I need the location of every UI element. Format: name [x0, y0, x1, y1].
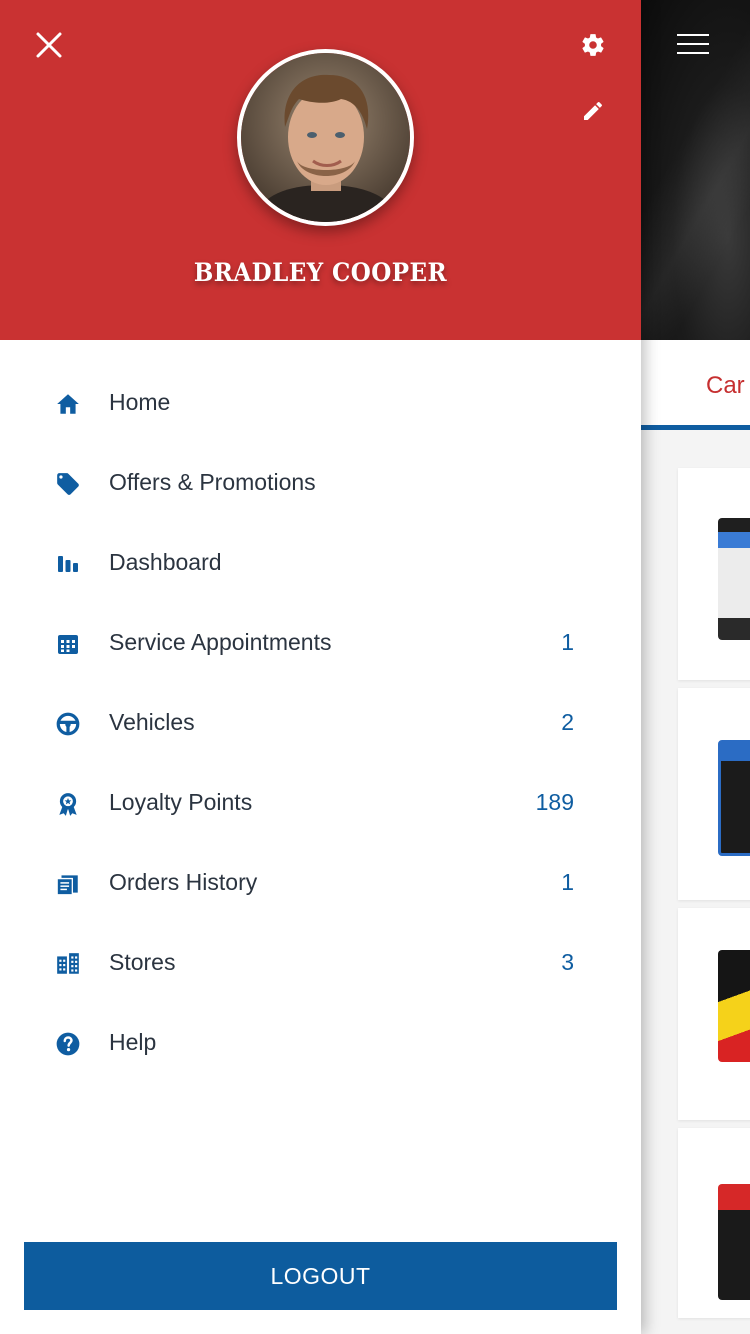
- menu-item-dashboard[interactable]: Dashboard: [0, 524, 641, 604]
- menu-item-count: 3: [561, 949, 574, 975]
- profile-header: BRADLEY COOPER: [0, 0, 641, 340]
- menu-item-orders-history[interactable]: Orders History 1: [0, 844, 641, 924]
- logout-button[interactable]: LOGOUT: [24, 1242, 617, 1310]
- pencil-icon[interactable]: [574, 92, 612, 130]
- menu-item-stores[interactable]: Stores 3: [0, 924, 641, 1004]
- tag-icon: [54, 470, 82, 498]
- navigation-drawer: BRADLEY COOPER Home Offers & Promotions …: [0, 0, 641, 1334]
- home-icon: [54, 390, 82, 418]
- avatar[interactable]: [237, 49, 414, 226]
- menu-item-label: Service Appointments: [109, 629, 332, 655]
- help-icon: [54, 1030, 82, 1058]
- menu-item-loyalty-points[interactable]: Loyalty Points 189: [0, 764, 641, 844]
- calendar-icon: [54, 630, 82, 658]
- menu-item-label: Help: [109, 1029, 157, 1055]
- menu-item-label: Dashboard: [109, 549, 222, 575]
- drawer-menu: Home Offers & Promotions Dashboard Servi…: [0, 364, 641, 1084]
- background-screen: Car B: [641, 0, 750, 1334]
- menu-item-count: 2: [561, 709, 574, 735]
- product-card[interactable]: [678, 688, 750, 900]
- product-card[interactable]: [678, 908, 750, 1120]
- close-icon[interactable]: [30, 26, 68, 64]
- background-hero-image: [641, 0, 750, 340]
- menu-item-label: Vehicles: [109, 709, 195, 735]
- menu-item-home[interactable]: Home: [0, 364, 641, 444]
- menu-item-offers[interactable]: Offers & Promotions: [0, 444, 641, 524]
- menu-item-vehicles[interactable]: Vehicles 2: [0, 684, 641, 764]
- receipt-icon: [54, 870, 82, 898]
- award-icon: [54, 790, 82, 818]
- building-icon: [54, 950, 82, 978]
- user-name: BRADLEY COOPER: [193, 258, 448, 287]
- battery-image: [718, 1184, 750, 1300]
- menu-item-count: 189: [535, 789, 574, 815]
- menu-item-help[interactable]: Help: [0, 1004, 641, 1084]
- tab-active-indicator: [641, 425, 750, 430]
- menu-item-label: Orders History: [109, 869, 258, 895]
- menu-item-service-appointments[interactable]: Service Appointments 1: [0, 604, 641, 684]
- menu-item-count: 1: [561, 869, 574, 895]
- hamburger-icon[interactable]: [677, 32, 711, 56]
- steering-wheel-icon: [54, 710, 82, 738]
- menu-item-label: Loyalty Points: [109, 789, 253, 815]
- menu-item-label: Home: [109, 389, 171, 415]
- battery-image: [718, 740, 750, 856]
- battery-image: [718, 950, 750, 1062]
- menu-item-count: 1: [561, 629, 574, 655]
- menu-item-label: Stores: [109, 949, 176, 975]
- tab-car-batteries[interactable]: Car B: [706, 372, 750, 400]
- menu-item-label: Offers & Promotions: [109, 469, 316, 495]
- battery-image: [718, 518, 750, 640]
- bar-chart-icon: [54, 550, 82, 578]
- product-card[interactable]: [678, 1128, 750, 1318]
- product-card[interactable]: [678, 468, 750, 680]
- gear-icon[interactable]: [574, 26, 612, 64]
